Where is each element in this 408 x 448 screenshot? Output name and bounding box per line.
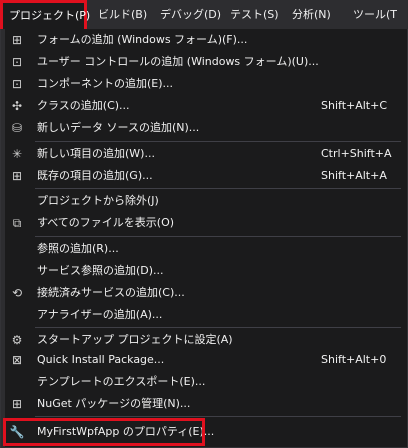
menu-separator (35, 188, 401, 189)
menu-separator (35, 236, 401, 237)
menu-item-add-reference[interactable]: 参照の追加(R)... (1, 238, 407, 260)
menu-separator (35, 416, 401, 417)
connected-services-icon: ⟲ (11, 286, 23, 300)
menu-item-label: コンポーネントの追加(E)... (37, 77, 174, 90)
menu-item-label: 新しい項目の追加(W)... (37, 147, 155, 160)
menu-item-manage-nuget-packages[interactable]: ⊞ NuGet パッケージの管理(N)... (1, 393, 407, 415)
shortcut-label: Shift+Alt+C (321, 99, 388, 112)
menu-test[interactable]: テスト(S) (230, 0, 279, 29)
menu-analyze[interactable]: 分析(N) (292, 0, 331, 29)
menu-item-add-connected-service[interactable]: ⟲ 接続済みサービスの追加(C)... (1, 282, 407, 304)
menu-item-label: スタートアップ プロジェクトに設定(A) (37, 333, 233, 346)
add-class-icon: ✣ (11, 99, 23, 113)
menu-item-label: ユーザー コントロールの追加 (Windows フォーム)(U)... (37, 55, 319, 68)
menu-item-add-new-item[interactable]: ✳ 新しい項目の追加(W)... Ctrl+Shift+A (1, 143, 407, 165)
menu-tools[interactable]: ツール(T (353, 0, 397, 29)
gear-icon: ⚙ (11, 333, 23, 347)
menu-item-label: 既存の項目の追加(G)... (37, 169, 153, 182)
nuget-icon: ⊞ (11, 397, 23, 411)
shortcut-label: Shift+Alt+A (321, 169, 387, 182)
add-existing-item-icon: ⊞ (11, 169, 23, 183)
menu-item-label: サービス参照の追加(D)... (37, 264, 164, 277)
menu-item-add-form[interactable]: ⊞ フォームの追加 (Windows フォーム)(F)... (1, 29, 407, 51)
menu-item-export-template[interactable]: テンプレートのエクスポート(E)... (1, 371, 407, 393)
add-form-icon: ⊞ (11, 33, 23, 47)
menu-item-set-startup-project[interactable]: ⚙ スタートアップ プロジェクトに設定(A) (1, 329, 407, 351)
project-dropdown-menu: ⊞ フォームの追加 (Windows フォーム)(F)... ⊡ ユーザー コン… (0, 29, 408, 448)
quick-install-icon: ⊠ (11, 353, 23, 367)
menu-item-label: フォームの追加 (Windows フォーム)(F)... (37, 33, 248, 46)
menu-item-add-data-source[interactable]: ⛁ 新しいデータ ソースの追加(N)... (1, 117, 407, 139)
add-data-source-icon: ⛁ (11, 121, 23, 135)
menu-debug[interactable]: デバッグ(D) (160, 0, 221, 29)
menu-item-label: 新しいデータ ソースの追加(N)... (37, 121, 200, 134)
add-component-icon: ⊡ (11, 77, 23, 91)
show-all-files-icon: ⧉ (12, 215, 22, 230)
menu-item-label: すべてのファイルを表示(O) (37, 216, 175, 229)
menu-separator (35, 327, 401, 328)
menu-item-exclude-from-project[interactable]: プロジェクトから除外(J) (1, 190, 407, 212)
properties-highlight-box (3, 418, 205, 446)
menu-separator (35, 141, 401, 142)
menu-item-label: Quick Install Package... (37, 353, 165, 366)
menu-item-add-analyzer[interactable]: アナライザーの追加(A)... (1, 304, 407, 326)
menu-project[interactable]: プロジェクト(P) (0, 0, 90, 29)
menu-item-show-all-files[interactable]: ⧉ すべてのファイルを表示(O) (1, 212, 407, 234)
menu-item-label: NuGet パッケージの管理(N)... (37, 397, 191, 410)
menu-item-add-user-control[interactable]: ⊡ ユーザー コントロールの追加 (Windows フォーム)(U)... (1, 51, 407, 73)
shortcut-label: Ctrl+Shift+A (321, 147, 392, 160)
shortcut-label: Shift+Alt+0 (321, 353, 387, 366)
menu-item-label: クラスの追加(C)... (37, 99, 130, 112)
menu-build[interactable]: ビルド(B) (98, 0, 147, 29)
menu-item-add-component[interactable]: ⊡ コンポーネントの追加(E)... (1, 73, 407, 95)
menu-item-add-class[interactable]: ✣ クラスの追加(C)... Shift+Alt+C (1, 95, 407, 117)
menu-item-add-existing-item[interactable]: ⊞ 既存の項目の追加(G)... Shift+Alt+A (1, 165, 407, 187)
add-user-control-icon: ⊡ (11, 55, 23, 69)
menu-item-label: プロジェクトから除外(J) (37, 194, 159, 207)
menubar: プロジェクト(P) ビルド(B) デバッグ(D) テスト(S) 分析(N) ツー… (0, 0, 408, 29)
menu-item-label: 接続済みサービスの追加(C)... (37, 286, 185, 299)
menu-item-quick-install-package[interactable]: ⊠ Quick Install Package... Shift+Alt+0 (1, 349, 407, 371)
add-new-item-icon: ✳ (11, 147, 23, 161)
menu-item-add-service-reference[interactable]: サービス参照の追加(D)... (1, 260, 407, 282)
menu-item-label: テンプレートのエクスポート(E)... (37, 375, 206, 388)
menu-item-label: 参照の追加(R)... (37, 242, 119, 255)
menu-item-label: アナライザーの追加(A)... (37, 308, 163, 321)
